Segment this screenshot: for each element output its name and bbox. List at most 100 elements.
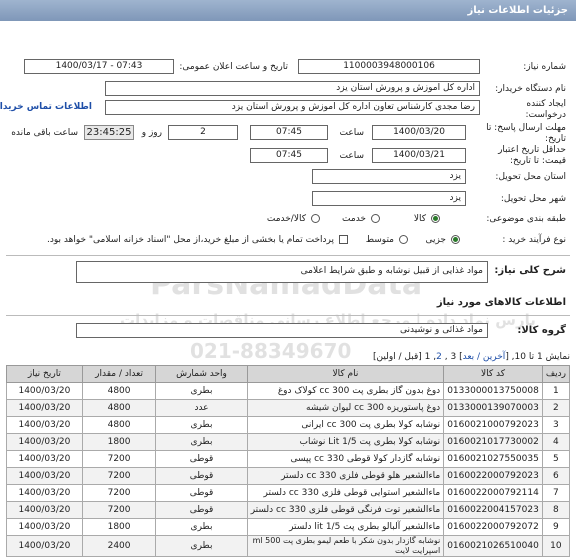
item-name: ماءالشعیر توت فرنگی قوطی فلزی 330 cc دلس… — [246, 501, 445, 519]
item-code: 0160021017730002 — [443, 433, 543, 451]
table-row: 1 0133000013750008 دوغ بدون گاز بطری پت 30… — [6, 382, 571, 400]
col-header-name: نام کالا — [246, 365, 445, 383]
need-number-field: 1100003948000106 — [298, 59, 480, 74]
creator-label: ایجاد کننده درخواست: — [525, 99, 566, 120]
item-date: 1400/03/20 — [6, 433, 83, 451]
summary-label: شرح کلی نیاز: — [494, 265, 566, 276]
item-date: 1400/03/20 — [6, 518, 83, 536]
item-name: نوشابه کولا بطری پت 300 cc ایرانی — [246, 416, 445, 434]
row-number: 2 — [541, 399, 571, 417]
item-date: 1400/03/20 — [6, 399, 83, 417]
need-number-label: شماره نیاز: — [523, 62, 566, 72]
item-code: 0160021027550035 — [443, 450, 543, 468]
item-quantity: 7200 — [81, 450, 157, 468]
process-medium-label: متوسط — [365, 235, 394, 245]
goods-section-title: اطلاعات کالاهای مورد نیاز — [436, 297, 566, 308]
category-label: طبقه بندی موضوعی: — [486, 214, 566, 224]
table-row: 9 0160022000792072 ماءالشعیر آلبالو بطری پ… — [6, 518, 571, 536]
row-number: 9 — [541, 518, 571, 536]
reply-time-field: 07:45 — [250, 125, 328, 140]
province-label: استان محل تحویل: — [495, 172, 566, 182]
item-code: 0160022000792072 — [443, 518, 543, 536]
item-quantity: 7200 — [81, 501, 157, 519]
row-number: 4 — [541, 433, 571, 451]
item-unit: بطری — [155, 518, 248, 536]
item-unit: قوطی — [155, 467, 248, 485]
announce-label: تاریخ و ساعت اعلان عمومی: — [179, 62, 288, 72]
pagination: نمایش 1 تا 10, [آخرین / بعد] 3 , 2, 1 [ق… — [373, 352, 570, 362]
summary-field: مواد غذایی از قبیل نوشابه و طبق شرایط اع… — [76, 261, 488, 283]
process-medium-radio[interactable] — [399, 235, 408, 244]
item-date: 1400/03/20 — [6, 382, 83, 400]
process-minor-radio[interactable] — [451, 235, 460, 244]
creator-field: رضا مجدی کارشناس تعاون اداره کل اموزش و … — [105, 100, 480, 115]
item-unit: بطری — [155, 382, 248, 400]
goods-group-label: گروه کالا: — [517, 325, 566, 336]
item-unit: عدد — [155, 399, 248, 417]
item-name: ماءالشعیر استوایی قوطی فلزی 330 cc دلستر — [246, 484, 445, 502]
item-quantity: 1800 — [81, 433, 157, 451]
item-date: 1400/03/20 — [6, 450, 83, 468]
col-header-date: تاریخ نیاز — [6, 365, 83, 383]
table-row: 6 0160022000792023 ماءالشعیر هلو قوطی فلزی… — [6, 467, 571, 485]
reply-date-field: 1400/03/20 — [372, 125, 466, 140]
item-name: نوشابه گازدار بدون شکر با طعم لیمو بطری … — [246, 535, 445, 557]
item-code: 0133000139070003 — [443, 399, 543, 417]
pagination-last-next-link[interactable]: آخرین / بعد — [463, 352, 506, 362]
col-header-code: کد کالا — [443, 365, 543, 383]
item-quantity: 7200 — [81, 467, 157, 485]
price-deadline-label: حداقل تاریخ اعتبار قیمت: تا تاریخ: — [498, 145, 566, 166]
reply-deadline-label: مهلت ارسال پاسخ: تا تاریخ: — [486, 123, 566, 144]
table-row: 3 0160021000792023 نوشابه کولا بطری پت 300… — [6, 416, 571, 434]
row-number: 5 — [541, 450, 571, 468]
divider — [6, 255, 570, 256]
item-quantity: 4800 — [81, 399, 157, 417]
summary-text: مواد غذایی از قبیل نوشابه و طبق شرایط اع… — [300, 266, 483, 276]
items-table: ردیف کد کالا نام کالا واحد شمارش تعداد /… — [6, 365, 571, 557]
treasury-bonds-checkbox[interactable] — [339, 235, 348, 244]
category-goods-service-radio[interactable] — [311, 214, 320, 223]
table-row: 5 0160021027550035 نوشابه گازدار کولا قوطی… — [6, 450, 571, 468]
table-header-row: ردیف کد کالا نام کالا واحد شمارش تعداد /… — [6, 365, 571, 383]
item-date: 1400/03/20 — [6, 484, 83, 502]
item-name: دوغ پاستوریزه 300 cc لیوان شیشه — [246, 399, 445, 417]
item-unit: بطری — [155, 416, 248, 434]
item-code: 0133000013750008 — [443, 382, 543, 400]
category-goods-label: کالا — [413, 214, 426, 224]
pagination-prefix: نمایش 1 تا 10, [ — [505, 352, 570, 362]
item-date: 1400/03/20 — [6, 416, 83, 434]
page-title: جزئیات اطلاعات نیاز — [0, 0, 576, 21]
table-row: 4 0160021017730002 نوشابه کولا بطری پت 1/5… — [6, 433, 571, 451]
item-quantity: 7200 — [81, 484, 157, 502]
divider — [6, 315, 570, 316]
item-date: 1400/03/20 — [6, 501, 83, 519]
remaining-time-counter: 23:45:25 — [84, 125, 134, 140]
city-label: شهر محل تحویل: — [500, 194, 566, 204]
item-name: ماءالشعیر هلو قوطی فلزی 330 cc دلستر — [246, 467, 445, 485]
col-header-row: ردیف — [541, 365, 571, 383]
pagination-page-1: 1 — [424, 352, 431, 362]
pagination-mid: ] 3 , — [444, 352, 463, 362]
item-unit: قوطی — [155, 484, 248, 502]
table-row: 8 0160022004157023 ماءالشعیر توت فرنگی قوط… — [6, 501, 571, 519]
category-goods-radio[interactable] — [431, 214, 440, 223]
item-unit: بطری — [155, 535, 248, 557]
col-header-qty: تعداد / مقدار — [81, 365, 157, 383]
goods-group-field: مواد غذائی و نوشیدنی — [76, 323, 488, 338]
buyer-field: اداره کل اموزش و پرورش استان یزد — [105, 81, 480, 96]
reply-time-label: ساعت — [339, 128, 365, 138]
pagination-page-2-link[interactable]: 2 — [436, 352, 442, 362]
contact-buyer-link[interactable]: اطلاعات تماس خریدار — [0, 102, 92, 112]
payment-note: پرداخت تمام یا بخشی از مبلغ خرید،از محل … — [46, 235, 334, 245]
category-service-label: خدمت — [342, 214, 366, 224]
row-number: 7 — [541, 484, 571, 502]
remaining-label: ساعت باقی مانده — [11, 128, 78, 138]
item-date: 1400/03/20 — [6, 535, 83, 557]
items-table-body: 1 0133000013750008 دوغ بدون گاز بطری پت 30… — [6, 382, 571, 557]
item-name: نوشابه کولا بطری پت 1/5 Lit نوشاب — [246, 433, 445, 451]
col-header-unit: واحد شمارش — [155, 365, 248, 383]
category-service-radio[interactable] — [371, 214, 380, 223]
row-number: 6 — [541, 467, 571, 485]
item-quantity: 4800 — [81, 382, 157, 400]
item-quantity: 1800 — [81, 518, 157, 536]
